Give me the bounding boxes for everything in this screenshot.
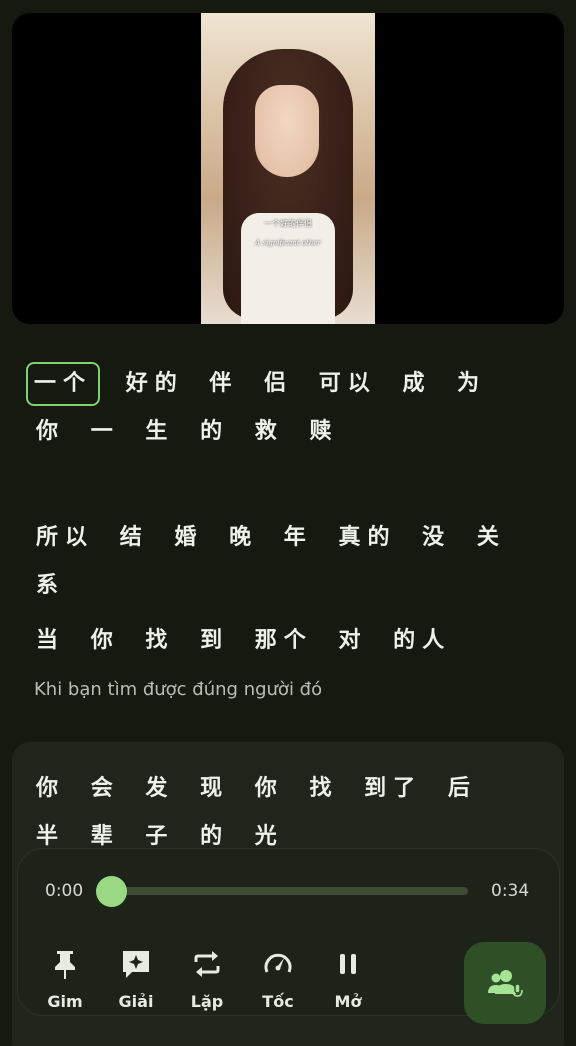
lyric-word[interactable]: 当 <box>36 617 65 665</box>
lyric-line-4[interactable]: 你 会 发 现 你 找 到了 后 半 辈 子 的 光 <box>36 765 536 861</box>
lyric-word[interactable]: 真的 <box>338 514 396 562</box>
speed-label: Tốc <box>262 992 294 1011</box>
repeat-label: Lặp <box>190 992 224 1011</box>
repeat-button[interactable]: Lặp <box>177 948 237 1011</box>
lyric-line-3[interactable]: 当 你 找 到 那个 对 的人 <box>36 617 536 665</box>
lyric-word[interactable]: 找 <box>309 765 338 813</box>
lyric-word[interactable]: 那个 <box>255 617 313 665</box>
explain-icon <box>123 951 149 978</box>
lyric-word[interactable]: 年 <box>284 514 313 562</box>
lyric-word[interactable]: 赎 <box>309 408 338 456</box>
total-time: 0:34 <box>491 881 530 901</box>
video-subtitle-en: A significant other <box>255 239 321 247</box>
lyric-word[interactable]: 到了 <box>364 765 422 813</box>
lyric-word[interactable]: 对 <box>338 617 367 665</box>
lyric-word[interactable]: 为 <box>457 360 486 408</box>
lyric-word[interactable]: 你 <box>36 408 65 456</box>
lyric-translation: Khi bạn tìm được đúng người đó <box>34 679 323 700</box>
lyric-line-2[interactable]: 所以 结 婚 晚 年 真的 没 关 系 <box>36 514 536 610</box>
lyric-line-1[interactable]: 一个 好的 伴 侣 可以 成 为 你 一 生 的 救 赎 <box>26 360 536 456</box>
pin-button[interactable]: Gim <box>35 948 95 1011</box>
explain-label: Giải <box>118 992 154 1011</box>
lyric-word[interactable]: 找 <box>145 617 174 665</box>
lyric-word[interactable]: 一 <box>91 408 120 456</box>
repeat-icon <box>194 951 220 977</box>
lyric-word[interactable]: 现 <box>200 765 229 813</box>
lyric-word[interactable]: 你 <box>36 765 65 813</box>
lyric-word[interactable]: 关 <box>477 514 506 562</box>
progress-track[interactable] <box>108 887 468 895</box>
progress-thumb[interactable] <box>96 876 127 907</box>
explain-button[interactable]: Giải <box>106 948 166 1011</box>
pin-icon <box>55 951 75 979</box>
lyric-word[interactable]: 伴 <box>209 360 238 408</box>
pause-icon <box>340 954 356 974</box>
lyric-word[interactable]: 婚 <box>174 514 203 562</box>
lyric-word[interactable]: 侣 <box>264 360 293 408</box>
lyric-word[interactable]: 结 <box>120 514 149 562</box>
pin-label: Gim <box>47 992 83 1011</box>
lyric-word[interactable]: 发 <box>145 765 174 813</box>
lyric-word-active[interactable]: 一个 <box>26 362 101 406</box>
lyric-word[interactable]: 救 <box>255 408 284 456</box>
lyric-word[interactable]: 系 <box>36 562 65 610</box>
lyric-word[interactable]: 到 <box>200 617 229 665</box>
speed-icon <box>264 953 292 973</box>
lyric-word[interactable]: 的人 <box>393 617 451 665</box>
lyric-word[interactable]: 你 <box>255 765 284 813</box>
pause-button[interactable]: Mở <box>318 948 378 1011</box>
lyric-word[interactable]: 所以 <box>36 514 94 562</box>
speed-button[interactable]: Tốc <box>248 948 308 1011</box>
video-player[interactable]: 一个好的伴侣 A significant other <box>12 13 564 324</box>
lyric-word[interactable]: 的 <box>200 408 229 456</box>
lyric-word[interactable]: 会 <box>91 765 120 813</box>
lyric-word[interactable]: 后 <box>448 765 477 813</box>
lyric-word[interactable]: 好的 <box>126 360 184 408</box>
video-subtitle-zh: 一个好的伴侣 <box>264 219 312 228</box>
lyric-word[interactable]: 没 <box>422 514 451 562</box>
lyric-word[interactable]: 你 <box>91 617 120 665</box>
current-time: 0:00 <box>45 881 84 901</box>
lyric-word[interactable]: 晚 <box>229 514 258 562</box>
video-thumbnail: 一个好的伴侣 A significant other <box>201 13 375 324</box>
lyric-word[interactable]: 可以 <box>319 360 377 408</box>
pause-label: Mở <box>334 992 362 1011</box>
voice-users-icon <box>488 970 523 997</box>
lyric-word[interactable]: 成 <box>402 360 431 408</box>
lyric-word[interactable]: 生 <box>145 408 174 456</box>
voice-practice-button[interactable] <box>464 942 546 1024</box>
